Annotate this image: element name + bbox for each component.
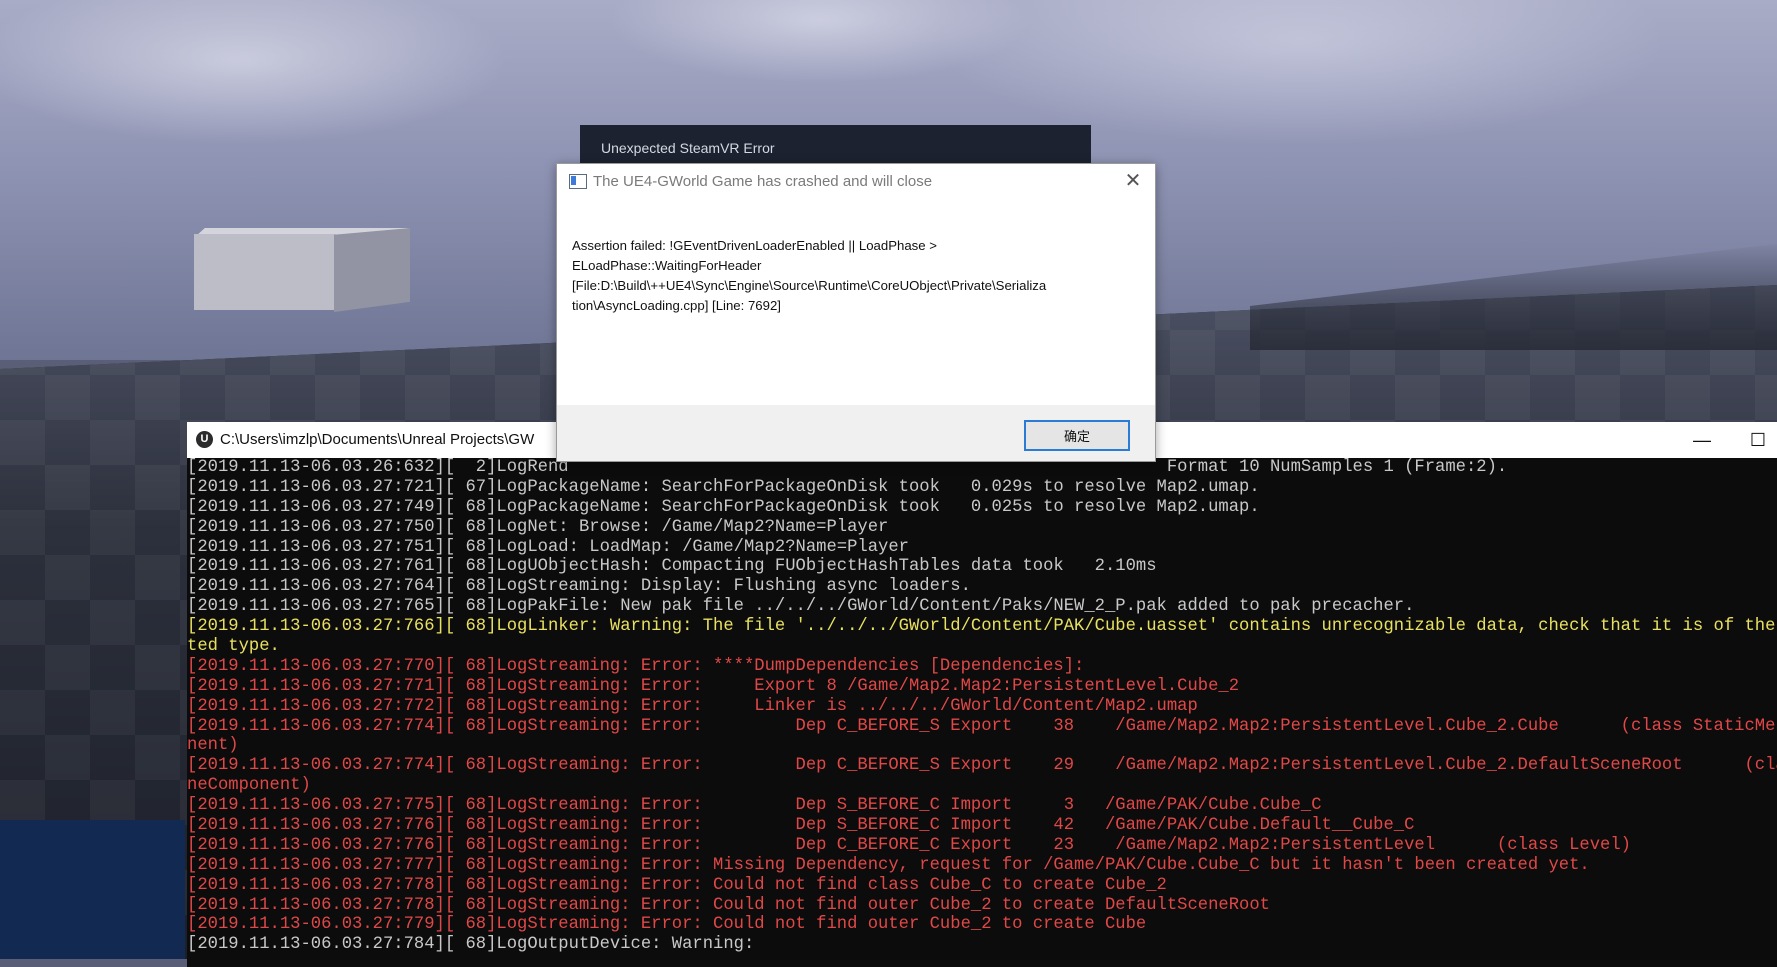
minimize-button[interactable]: — xyxy=(1674,422,1730,458)
steamvr-error-title: Unexpected SteamVR Error xyxy=(601,140,775,156)
maximize-button[interactable]: ☐ xyxy=(1730,422,1777,458)
console-line: [2019.11.13-06.03.27:772][ 68]LogStreami… xyxy=(187,696,1198,716)
console-line: [2019.11.13-06.03.27:776][ 68]LogStreami… xyxy=(187,835,1631,855)
dialog-titlebar[interactable]: The UE4-GWorld Game has crashed and will… xyxy=(557,164,1155,200)
console-line: [2019.11.13-06.03.27:779][ 68]LogStreami… xyxy=(187,915,1147,935)
console-line: [2019.11.13-06.03.27:764][ 68]LogStreami… xyxy=(187,577,971,597)
console-line: nent) xyxy=(187,736,239,756)
console-line: [2019.11.13-06.03.27:721][ 67]LogPackage… xyxy=(187,477,1260,497)
console-output[interactable]: [2019.11.13-06.03.26:632][ 2]LogRend For… xyxy=(187,458,1777,967)
cube-front-face xyxy=(194,234,336,310)
console-line: ted type. xyxy=(187,637,280,657)
close-icon[interactable]: ✕ xyxy=(1121,169,1145,193)
steamvr-error-window: Unexpected SteamVR Error xyxy=(580,125,1091,163)
console-line: [2019.11.13-06.03.27:776][ 68]LogStreami… xyxy=(187,816,1415,836)
dialog-title: The UE4-GWorld Game has crashed and will… xyxy=(593,173,933,190)
console-line: [2019.11.13-06.03.27:777][ 68]LogStreami… xyxy=(187,855,1590,875)
console-line: [2019.11.13-06.03.27:761][ 68]LogUObject… xyxy=(187,557,1157,577)
assertion-message: Assertion failed: !GEventDrivenLoaderEna… xyxy=(572,238,1047,313)
console-line: [2019.11.13-06.03.27:784][ 68]LogOutputD… xyxy=(187,935,755,955)
console-line: [2019.11.13-06.03.27:778][ 68]LogStreami… xyxy=(187,875,1167,895)
console-line: [2019.11.13-06.03.27:749][ 68]LogPackage… xyxy=(187,497,1260,517)
console-line: [2019.11.13-06.03.27:765][ 68]LogPakFile… xyxy=(187,597,1415,617)
console-line: neComponent) xyxy=(187,776,311,796)
console-line: [2019.11.13-06.03.27:778][ 68]LogStreami… xyxy=(187,895,1270,915)
console-line: [2019.11.13-06.03.27:766][ 68]LogLinker:… xyxy=(187,617,1777,637)
console-line: [2019.11.13-06.03.27:750][ 68]LogNet: Br… xyxy=(187,517,889,537)
console-line: [2019.11.13-06.03.27:774][ 68]LogStreami… xyxy=(187,756,1777,776)
application-icon xyxy=(569,174,587,189)
console-line: [2019.11.13-06.03.27:771][ 68]LogStreami… xyxy=(187,676,1240,696)
crash-dialog: The UE4-GWorld Game has crashed and will… xyxy=(556,163,1156,462)
console-window: U C:\Users\imzlp\Documents\Unreal Projec… xyxy=(187,422,1777,967)
console-line: [2019.11.13-06.03.27:751][ 68]LogLoad: L… xyxy=(187,537,909,557)
console-title: C:\Users\imzlp\Documents\Unreal Projects… xyxy=(220,431,535,448)
unreal-engine-icon: U xyxy=(196,431,213,448)
cube-side-face xyxy=(334,228,410,312)
console-line: [2019.11.13-06.03.27:775][ 68]LogStreami… xyxy=(187,796,1322,816)
console-line: [2019.11.13-06.03.27:770][ 68]LogStreami… xyxy=(187,656,1085,676)
dialog-footer: 确定 xyxy=(557,405,1155,461)
ok-button[interactable]: 确定 xyxy=(1024,420,1130,451)
blue-floor-area xyxy=(0,820,185,959)
console-line: [2019.11.13-06.03.27:774][ 68]LogStreami… xyxy=(187,716,1777,736)
